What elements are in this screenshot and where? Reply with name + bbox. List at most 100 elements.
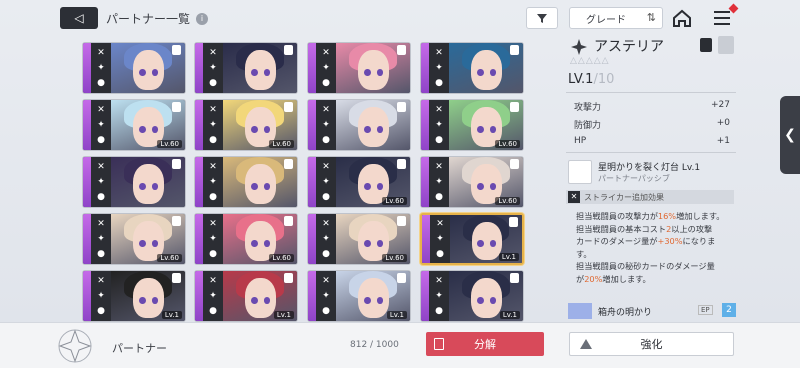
lock-icon[interactable] bbox=[397, 45, 406, 55]
lock-icon[interactable] bbox=[284, 45, 293, 55]
lock-icon[interactable] bbox=[397, 216, 406, 226]
page-title-text: パートナー一覧 bbox=[106, 12, 191, 26]
sort-dropdown[interactable]: グレード ⇅ bbox=[569, 7, 663, 29]
sort-order-icon[interactable]: ⇅ bbox=[647, 11, 656, 24]
skill-icon bbox=[568, 160, 592, 184]
lock-icon[interactable] bbox=[284, 273, 293, 283]
partner-card[interactable]: ✕ ✦ ● Lv.60 bbox=[307, 213, 411, 265]
partner-card[interactable]: ✕ ✦ ● Lv.1 bbox=[194, 270, 298, 322]
lock-icon[interactable] bbox=[172, 102, 181, 112]
menu-button[interactable] bbox=[712, 3, 739, 28]
card-role-icons: ✕ ✦ ● bbox=[316, 157, 336, 207]
lock-icon[interactable] bbox=[397, 102, 406, 112]
skill-entry[interactable]: 星明かりを裂く灯台 Lv.1 パートナーパッシブ bbox=[566, 160, 736, 186]
partner-card[interactable]: ✕ ✦ ● Lv.60 bbox=[194, 213, 298, 265]
ship-entry[interactable]: 箱舟の明かり EP 2 bbox=[566, 302, 736, 320]
card-role-icons: ✕ ✦ ● bbox=[430, 215, 450, 263]
rarity-stripe bbox=[83, 43, 91, 93]
partner-card[interactable]: ✕ ✦ ● bbox=[420, 42, 524, 94]
portrait-eye bbox=[139, 297, 146, 304]
partner-detail-panel: アステリア △△△△△ LV.1/10 攻撃力 +27 防御力 +0 HP +1 星明… bbox=[562, 32, 742, 322]
card-level: Lv.1 bbox=[161, 311, 182, 319]
partner-card[interactable]: ✕ ✦ ● Lv.60 bbox=[194, 99, 298, 151]
ep-label: EP bbox=[698, 305, 713, 315]
lock-icon[interactable] bbox=[284, 216, 293, 226]
lock-icon[interactable] bbox=[172, 159, 181, 169]
dismantle-button[interactable]: 分解 bbox=[426, 332, 544, 356]
striker-tag: ✕ ストライカー追加効果 bbox=[566, 190, 734, 204]
card-level: Lv.1 bbox=[273, 311, 294, 319]
role-icon: ✕ bbox=[322, 104, 330, 115]
enhance-label: 強化 bbox=[640, 338, 663, 351]
lock-icon[interactable] bbox=[510, 45, 519, 55]
info-icon[interactable]: i bbox=[196, 12, 209, 25]
partner-star-icon: ✦ bbox=[97, 290, 105, 301]
lock-icon[interactable] bbox=[172, 273, 181, 283]
card-level: Lv.60 bbox=[382, 197, 407, 205]
lock-icon[interactable] bbox=[397, 273, 406, 283]
partner-card[interactable]: ✕ ✦ ● bbox=[194, 156, 298, 208]
stat-row: 攻撃力 +27 bbox=[574, 100, 730, 113]
card-role-icons: ✕ ✦ ● bbox=[316, 100, 336, 150]
card-role-icons: ✕ ✦ ● bbox=[91, 43, 111, 93]
partner-card[interactable]: ✕ ✦ ● bbox=[82, 156, 186, 208]
partner-card[interactable]: ✕ ✦ ● bbox=[82, 42, 186, 94]
partner-star-icon: ✦ bbox=[435, 119, 443, 130]
partner-card[interactable]: ✕ ✦ ● Lv.60 bbox=[420, 99, 524, 151]
card-level: Lv.60 bbox=[157, 254, 182, 262]
role-icon: ✕ bbox=[435, 275, 443, 286]
desc-text: 担当戦闘員の攻撃力が bbox=[576, 211, 658, 221]
lock-icon[interactable] bbox=[700, 38, 712, 52]
lock-icon[interactable] bbox=[510, 273, 519, 283]
partner-star-icon: ✦ bbox=[209, 62, 217, 73]
collapse-panel-tab[interactable]: ❮ bbox=[780, 96, 800, 174]
back-arrow-icon: ◁ bbox=[74, 11, 84, 25]
role-icon: ✕ bbox=[97, 104, 105, 115]
rarity-stripe bbox=[421, 271, 429, 321]
avatar-icon: ● bbox=[209, 192, 217, 203]
partner-card[interactable]: ✕ ✦ ● Lv.60 bbox=[307, 156, 411, 208]
avatar-icon: ● bbox=[97, 192, 105, 203]
lock-icon[interactable] bbox=[510, 159, 519, 169]
partner-card[interactable]: ✕ ✦ ● Lv.1 bbox=[82, 270, 186, 322]
lock-icon[interactable] bbox=[284, 102, 293, 112]
partner-star-icon: ✦ bbox=[322, 62, 330, 73]
portrait-eye bbox=[477, 183, 484, 190]
card-role-icons: ✕ ✦ ● bbox=[91, 271, 111, 321]
partner-card[interactable]: ✕ ✦ ● Lv.1 bbox=[420, 213, 524, 265]
lock-icon[interactable] bbox=[510, 102, 519, 112]
portrait-eye bbox=[477, 297, 484, 304]
card-role-icons: ✕ ✦ ● bbox=[316, 214, 336, 264]
partner-star-icon: ✦ bbox=[97, 119, 105, 130]
partner-card[interactable]: ✕ ✦ ● Lv.60 bbox=[82, 99, 186, 151]
partner-card[interactable]: ✕ ✦ ● bbox=[307, 42, 411, 94]
filter-icon bbox=[537, 14, 547, 23]
trash-icon[interactable] bbox=[718, 36, 734, 54]
card-role-icons: ✕ ✦ ● bbox=[429, 100, 449, 150]
ship-thumbnail bbox=[568, 303, 592, 319]
home-icon[interactable] bbox=[672, 8, 692, 28]
lock-icon[interactable] bbox=[284, 159, 293, 169]
portrait-face bbox=[133, 50, 165, 90]
avatar-icon: ● bbox=[322, 192, 330, 203]
partner-star-icon: ✦ bbox=[322, 176, 330, 187]
partner-card[interactable]: ✕ ✦ ● bbox=[307, 99, 411, 151]
lock-icon[interactable] bbox=[172, 216, 181, 226]
stat-label: 防御力 bbox=[574, 121, 602, 131]
enhance-button[interactable]: 強化 bbox=[569, 332, 734, 356]
partner-card[interactable]: ✕ ✦ ● Lv.60 bbox=[420, 156, 524, 208]
card-level: Lv.60 bbox=[157, 140, 182, 148]
filter-button[interactable] bbox=[526, 7, 558, 29]
partner-card[interactable]: ✕ ✦ ● Lv.1 bbox=[420, 270, 524, 322]
lock-icon[interactable] bbox=[397, 159, 406, 169]
avatar-icon: ● bbox=[209, 306, 217, 317]
lock-icon[interactable] bbox=[509, 217, 518, 227]
partner-card[interactable]: ✕ ✦ ● Lv.1 bbox=[307, 270, 411, 322]
role-icon: ✕ bbox=[97, 275, 105, 286]
divider bbox=[566, 92, 736, 93]
partner-card[interactable]: ✕ ✦ ● bbox=[194, 42, 298, 94]
desc-text: 以上の攻撃 bbox=[671, 223, 713, 234]
partner-card[interactable]: ✕ ✦ ● Lv.60 bbox=[82, 213, 186, 265]
lock-icon[interactable] bbox=[172, 45, 181, 55]
back-button[interactable]: ◁ bbox=[60, 7, 98, 29]
